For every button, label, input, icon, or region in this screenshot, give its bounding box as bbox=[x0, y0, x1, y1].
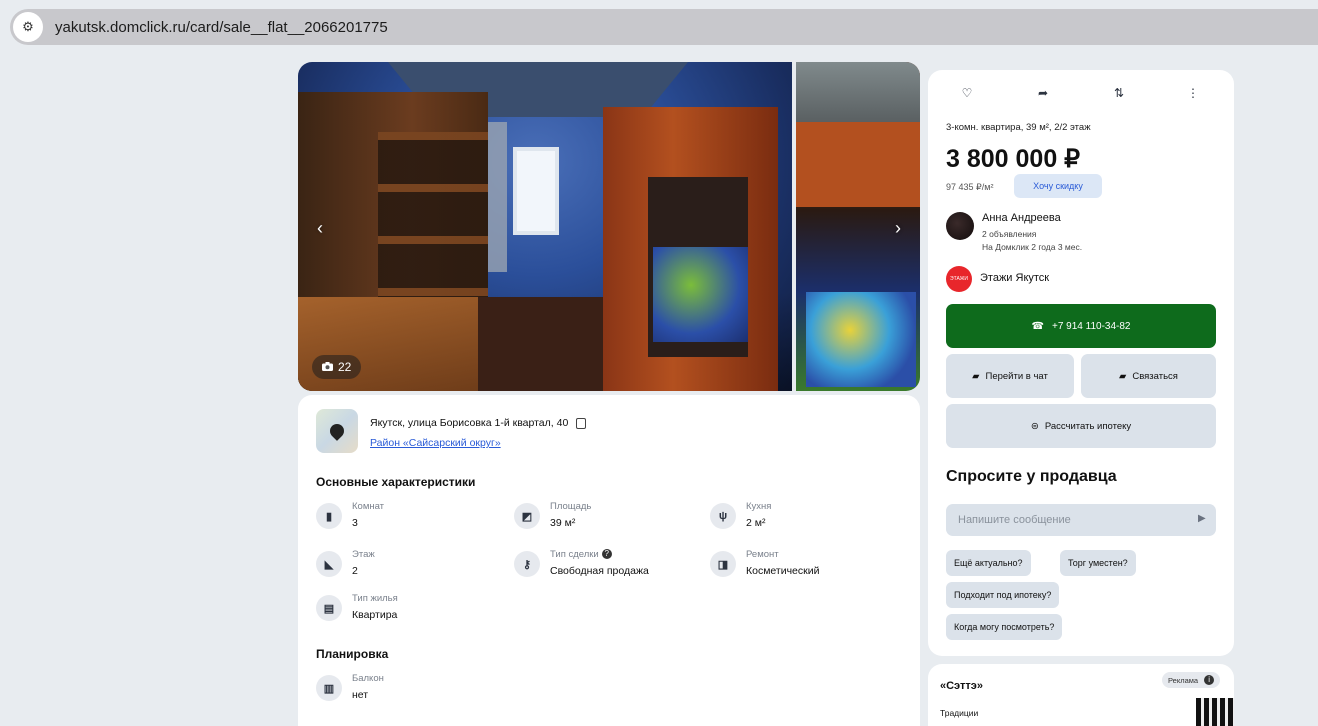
site-info-icon[interactable]: ⚙ bbox=[13, 12, 43, 42]
ad-badge[interactable]: Реклама i bbox=[1162, 672, 1221, 688]
area-icon: ◩ bbox=[514, 503, 540, 529]
feature-label: Этаж bbox=[352, 549, 375, 560]
phone-icon: ☎ bbox=[1031, 320, 1044, 332]
browser-toolbar: ⚙ yakutsk.domclick.ru/card/sale__flat__2… bbox=[0, 0, 1318, 54]
key-icon: ⚷ bbox=[514, 551, 540, 577]
photo-count: 22 bbox=[338, 360, 352, 374]
feature-label: Тип жилья bbox=[352, 593, 398, 604]
price: 3 800 000 ₽ bbox=[946, 145, 1081, 173]
quick-question-chip[interactable]: Когда могу посмотреть? bbox=[946, 614, 1063, 640]
kitchen-icon: ψ bbox=[710, 503, 736, 529]
share-icon[interactable]: ➦ bbox=[1032, 82, 1054, 104]
feature-renovation: ◨ Ремонт Косметический bbox=[710, 549, 900, 583]
details-panel: Якутск, улица Борисовка 1-й квартал, 40 … bbox=[298, 395, 920, 726]
layout-title: Планировка bbox=[316, 647, 389, 661]
percent-icon: ⊜ bbox=[1030, 420, 1039, 432]
more-options-icon[interactable]: ⋮ bbox=[1182, 82, 1204, 104]
ad-subtitle: Традиции bbox=[940, 708, 979, 718]
ad-image bbox=[1196, 698, 1234, 726]
feature-value: Косметический bbox=[746, 565, 820, 577]
phone-button[interactable]: ☎ +7 914 110-34-82 bbox=[946, 304, 1216, 348]
balcony-icon: ▥ bbox=[316, 675, 342, 701]
feature-value: Свободная продажа bbox=[550, 565, 649, 577]
help-icon[interactable]: ? bbox=[601, 549, 612, 560]
agency-logo[interactable]: ЭТАЖИ bbox=[946, 266, 972, 292]
feature-value: 2 bbox=[352, 565, 358, 577]
feature-value: Квартира bbox=[352, 609, 398, 621]
district-link[interactable]: Район «Сайсарский округ» bbox=[370, 437, 501, 449]
url-text[interactable]: yakutsk.domclick.ru/card/sale__flat__206… bbox=[55, 19, 388, 36]
ad-card[interactable]: «Сэттэ» Реклама i Традиции bbox=[928, 664, 1234, 726]
feature-value: нет bbox=[352, 689, 369, 701]
feature-label: Балкон bbox=[352, 673, 384, 684]
mortgage-label: Рассчитать ипотеку bbox=[1044, 420, 1132, 432]
address-row: Якутск, улица Борисовка 1-й квартал, 40 bbox=[370, 417, 587, 429]
ad-badge-label: Реклама bbox=[1168, 675, 1199, 685]
agent-since: На Домклик 2 года 3 мес. bbox=[982, 242, 1083, 252]
feature-label: Ремонт bbox=[746, 549, 779, 560]
agent-name[interactable]: Анна Андреева bbox=[982, 212, 1061, 224]
send-icon[interactable]: ▶ bbox=[1198, 513, 1206, 524]
stairs-icon: ◣ bbox=[316, 551, 342, 577]
flat-summary: 3-комн. квартира, 39 м², 2/2 этаж bbox=[946, 122, 1091, 133]
feature-label: Комнат bbox=[352, 501, 385, 512]
agent-avatar[interactable] bbox=[946, 212, 974, 240]
chat-button[interactable]: ▰ Перейти в чат bbox=[946, 354, 1074, 398]
compare-icon[interactable]: ⇅ bbox=[1108, 82, 1130, 104]
map-thumbnail[interactable] bbox=[316, 409, 358, 453]
chat-label: Перейти в чат bbox=[985, 370, 1048, 382]
feature-kitchen: ψ Кухня 2 м² bbox=[710, 501, 900, 535]
map-pin-icon bbox=[327, 421, 347, 441]
building-icon: ▤ bbox=[316, 595, 342, 621]
agent-ads-count: 2 объявления bbox=[982, 229, 1037, 239]
quick-question-chip[interactable]: Ещё актуально? bbox=[946, 550, 1031, 576]
contact-button[interactable]: ▰ Связаться bbox=[1081, 354, 1216, 398]
feature-value: 2 м² bbox=[746, 517, 766, 529]
feature-deal-type: ⚷ Тип сделки? Свободная продажа bbox=[514, 549, 704, 583]
quick-question-chip[interactable]: Торг уместен? bbox=[1060, 550, 1136, 576]
deal-type-label: Тип сделки bbox=[550, 549, 599, 560]
feature-label: Площадь bbox=[550, 501, 592, 512]
camera-icon bbox=[322, 360, 333, 374]
door-icon: ▮ bbox=[316, 503, 342, 529]
message-icon: ▰ bbox=[1119, 370, 1127, 382]
ask-seller-title: Спросите у продавца bbox=[946, 468, 1117, 485]
action-icons-row: ♡ ➦ ⇅ ⋮ bbox=[928, 82, 1234, 104]
paint-roller-icon: ◨ bbox=[710, 551, 736, 577]
characteristics-title: Основные характеристики bbox=[316, 475, 476, 489]
feature-value: 3 bbox=[352, 517, 358, 529]
feature-floor: ◣ Этаж 2 bbox=[316, 549, 506, 583]
info-icon: i bbox=[1204, 675, 1215, 685]
feature-value: 39 м² bbox=[550, 517, 576, 529]
offer-card: ♡ ➦ ⇅ ⋮ 3-комн. квартира, 39 м², 2/2 эта… bbox=[928, 70, 1234, 656]
price-per-m2: 97 435 ₽/м² bbox=[946, 182, 994, 192]
prev-photo-button[interactable]: ‹ bbox=[310, 216, 330, 240]
ad-title: «Сэттэ» bbox=[940, 680, 983, 692]
message-input[interactable] bbox=[946, 504, 1216, 536]
copy-icon[interactable] bbox=[576, 417, 587, 429]
main-photo[interactable] bbox=[298, 62, 792, 391]
address-bar[interactable]: ⚙ yakutsk.domclick.ru/card/sale__flat__2… bbox=[10, 9, 1318, 45]
discount-button[interactable]: Хочу скидку bbox=[1014, 174, 1102, 198]
favorite-heart-icon[interactable]: ♡ bbox=[956, 82, 978, 104]
address-text: Якутск, улица Борисовка 1-й квартал, 40 bbox=[370, 417, 569, 429]
agency-logo-text: ЭТАЖИ bbox=[949, 276, 969, 282]
agency-name[interactable]: Этажи Якутск bbox=[980, 272, 1049, 284]
chat-icon: ▰ bbox=[972, 370, 980, 382]
feature-label: Кухня bbox=[746, 501, 772, 512]
contact-label: Связаться bbox=[1132, 370, 1178, 382]
photo-count-badge[interactable]: 22 bbox=[312, 355, 362, 379]
phone-number: +7 914 110-34-82 bbox=[1051, 320, 1131, 332]
next-photo-button[interactable]: › bbox=[888, 216, 908, 240]
feature-area: ◩ Площадь 39 м² bbox=[514, 501, 704, 535]
quick-question-chip[interactable]: Подходит под ипотеку? bbox=[946, 582, 1060, 608]
feature-balcony: ▥ Балкон нет bbox=[316, 673, 506, 707]
mortgage-button[interactable]: ⊜ Рассчитать ипотеку bbox=[946, 404, 1216, 448]
page-content: ‹ › 22 Якутск, улица Борисовка 1-й кварт… bbox=[0, 54, 1318, 726]
feature-housing-type: ▤ Тип жилья Квартира bbox=[316, 593, 506, 627]
feature-label: Тип сделки? bbox=[550, 549, 612, 560]
feature-rooms: ▮ Комнат 3 bbox=[316, 501, 506, 535]
